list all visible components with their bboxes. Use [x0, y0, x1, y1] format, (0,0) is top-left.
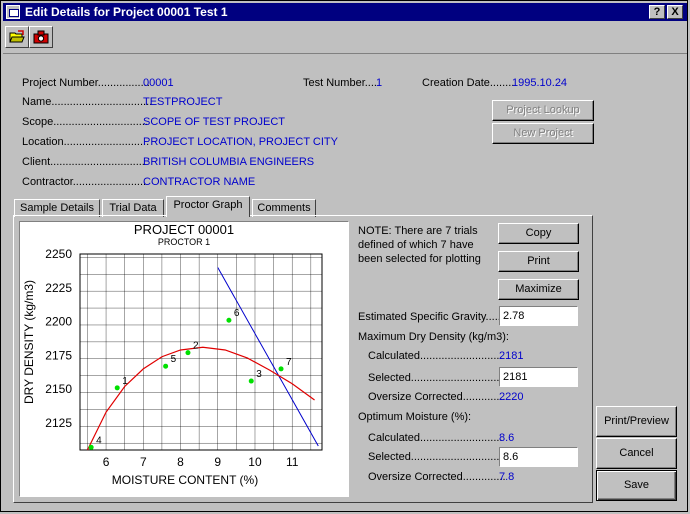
mdd-selected-label: Selected.............................. [368, 372, 503, 384]
optimum-moisture-heading: Optimum Moisture (%): [358, 411, 472, 423]
trial-point-label: 2 [193, 341, 199, 352]
project-lookup-label: Project Lookup [506, 104, 580, 116]
name-label: Name................................. [22, 96, 153, 108]
test-number-label: Test Number.... [303, 77, 377, 89]
om-oversize-value: 7.8 [499, 471, 515, 483]
tab-proctor-graph[interactable]: Proctor Graph [166, 196, 250, 217]
max-dry-density-heading: Maximum Dry Density (kg/m3): [358, 331, 509, 343]
trial-point-label: 5 [171, 354, 177, 365]
scope-label: Scope............................... [22, 116, 148, 128]
compaction-curve [86, 346, 315, 451]
test-number-value: 1 [376, 77, 383, 89]
trial-point [248, 378, 254, 384]
location-label: Location............................ [22, 136, 150, 148]
open-folder-icon [9, 30, 25, 43]
edit-details-window: Edit Details for Project 00001 Test 1 ? … [0, 0, 688, 512]
save-label: Save [623, 479, 650, 491]
close-button[interactable]: X [667, 5, 683, 19]
maximize-label: Maximize [515, 283, 562, 295]
trial-point [88, 444, 94, 450]
y-tick-label: 2150 [45, 382, 72, 396]
chart-title: PROJECT 00001 [134, 222, 234, 237]
maximize-button[interactable]: Maximize [498, 279, 579, 300]
creation-date-label: Creation Date........ [422, 77, 515, 89]
om-calculated-value: 8.6 [499, 432, 515, 444]
name-value: TESTPROJECT [143, 96, 223, 108]
project-number-value: 00001 [143, 77, 174, 89]
copy-label: Copy [525, 227, 552, 239]
chart-y-axis-label: DRY DENSITY (kg/m3) [22, 280, 36, 404]
y-tick-label: 2125 [45, 416, 72, 430]
mdd-oversize-label: Oversize Corrected.............. [368, 391, 506, 403]
cancel-label: Cancel [619, 447, 654, 459]
print-label: Print [527, 255, 550, 267]
trial-point [226, 317, 232, 323]
title-bar[interactable]: Edit Details for Project 00001 Test 1 ? … [3, 3, 687, 21]
copy-button[interactable]: Copy [498, 223, 579, 244]
camera-icon [33, 30, 49, 44]
save-button[interactable]: Save [596, 470, 677, 501]
open-folder-button[interactable] [5, 26, 29, 48]
print-preview-label: Print/Preview [604, 415, 669, 427]
window-title: Edit Details for Project 00001 Test 1 [25, 5, 228, 19]
toolbar [3, 23, 687, 54]
print-preview-button[interactable]: Print/Preview [596, 406, 677, 437]
new-project-label: New Project [513, 127, 573, 139]
print-button[interactable]: Print [498, 251, 579, 272]
specific-gravity-label: Estimated Specific Gravity...... [358, 311, 504, 323]
cancel-button[interactable]: Cancel [596, 438, 677, 469]
specific-gravity-field[interactable]: 2.78 [499, 306, 578, 326]
y-tick-label: 2225 [45, 281, 72, 295]
new-project-button[interactable]: New Project [492, 123, 594, 144]
contractor-label: Contractor........................ [22, 176, 147, 188]
plotting-note: NOTE: There are 7 trials defined of whic… [358, 225, 481, 265]
om-selected-label: Selected.............................. [368, 451, 503, 463]
proctor-chart: PROJECT 00001 PROCTOR 1 6 7 8 9 10 11 2125 2150… [19, 221, 349, 497]
scope-value: SCOPE OF TEST PROJECT [143, 116, 286, 128]
trial-point-label: 1 [122, 376, 128, 387]
contractor-value: CONTRACTOR NAME [143, 176, 256, 188]
trial-point-label: 4 [96, 435, 102, 446]
mdd-selected-field[interactable]: 2181 [499, 367, 578, 387]
camera-button[interactable] [29, 26, 53, 48]
project-number-label: Project Number................. [22, 77, 150, 89]
x-tick-label: 9 [214, 455, 221, 469]
proctor-chart-svg: PROJECT 00001 PROCTOR 1 6 7 8 9 10 11 2125 2150… [22, 222, 323, 487]
help-button[interactable]: ? [649, 5, 665, 19]
chart-subtitle: PROCTOR 1 [158, 237, 210, 247]
x-tick-label: 10 [248, 455, 262, 469]
om-calculated-label: Calculated........................... [368, 432, 503, 444]
x-tick-label: 8 [177, 455, 184, 469]
location-value: PROJECT LOCATION, PROJECT CITY [143, 136, 338, 148]
mdd-calculated-value: 2181 [499, 350, 524, 362]
trial-point-label: 7 [286, 357, 292, 368]
client-value: BRITISH COLUMBIA ENGINEERS [143, 156, 315, 168]
zero-air-voids-line [217, 267, 319, 447]
creation-date-value: 1995.10.24 [512, 77, 568, 89]
x-tick-label: 7 [140, 455, 147, 469]
chart-x-axis-label: MOISTURE CONTENT (%) [112, 473, 258, 487]
mdd-calculated-label: Calculated........................... [368, 350, 503, 362]
trial-point-label: 6 [234, 308, 240, 319]
y-tick-label: 2175 [45, 348, 72, 362]
om-selected-field[interactable]: 8.6 [499, 447, 578, 467]
project-lookup-button[interactable]: Project Lookup [492, 100, 594, 121]
trial-point-label: 3 [256, 369, 262, 380]
y-tick-label: 2250 [45, 247, 72, 261]
client-label: Client............................... [22, 156, 145, 168]
y-tick-label: 2200 [45, 315, 72, 329]
trial-point [185, 350, 191, 356]
x-tick-label: 11 [286, 455, 299, 469]
trial-point [163, 363, 169, 369]
trial-point [278, 366, 284, 372]
mdd-oversize-value: 2220 [499, 391, 524, 403]
plot-frame [79, 253, 323, 451]
x-tick-label: 6 [103, 455, 110, 469]
om-oversize-label: Oversize Corrected.............. [368, 471, 506, 483]
trial-point [114, 385, 120, 391]
window-app-icon[interactable] [6, 5, 20, 19]
